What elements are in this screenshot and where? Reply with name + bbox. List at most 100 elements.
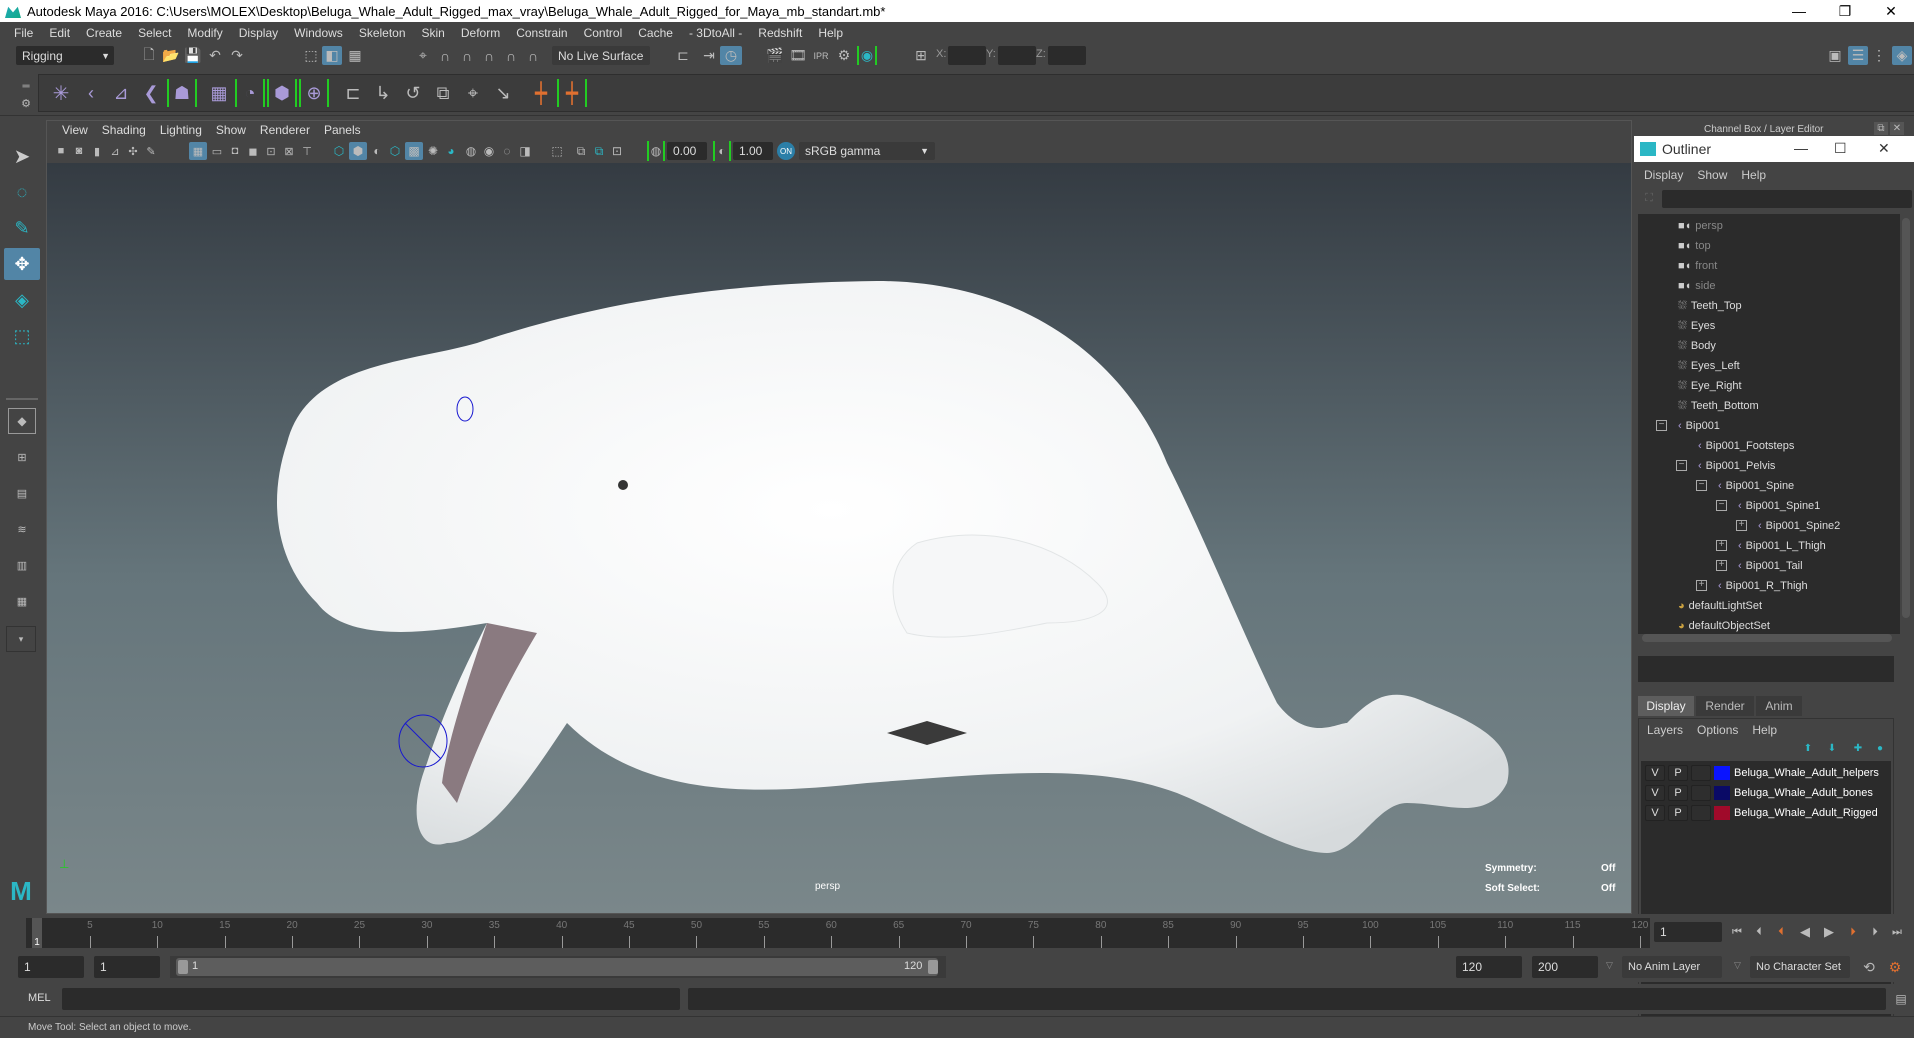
layer-visibility-toggle[interactable]: V	[1645, 765, 1665, 781]
make-live-icon[interactable]: ∩	[524, 47, 542, 64]
select-object-icon[interactable]: ◧	[322, 46, 342, 65]
hypershade-icon[interactable]: ◉	[857, 46, 877, 65]
outliner-maximize-button[interactable]: ☐	[1834, 140, 1847, 157]
layer-menu-help[interactable]: Help	[1752, 723, 1777, 737]
menu-constrain[interactable]: Constrain	[508, 26, 575, 40]
anti-aliasing-icon[interactable]: ◌	[499, 142, 515, 160]
command-language-label[interactable]: MEL	[28, 992, 51, 1004]
layer-playback-toggle[interactable]: P	[1668, 765, 1688, 781]
render-view-icon[interactable]: 🎬	[766, 47, 784, 64]
move-tool-icon[interactable]: ✥	[4, 248, 40, 280]
scale-tool-icon[interactable]: ⬚	[8, 322, 36, 350]
layer-display-type-toggle[interactable]	[1691, 805, 1711, 821]
current-frame-input[interactable]: 1	[1654, 922, 1722, 942]
ipr-render-icon[interactable]: IPR	[812, 47, 830, 64]
input-ops-icon[interactable]: ⊏	[674, 47, 692, 64]
aim-constraint-icon[interactable]: ⌖	[459, 79, 487, 107]
collapse-icon[interactable]: −	[1696, 480, 1707, 491]
ik-handle-icon[interactable]: ‹	[77, 79, 105, 107]
collapse-icon[interactable]: −	[1716, 500, 1727, 511]
command-input[interactable]	[62, 988, 680, 1010]
outliner-item[interactable]: ⛆ Eye_Right	[1678, 376, 1742, 396]
play-forwards-icon[interactable]: ▶	[1820, 922, 1838, 942]
wireframe-icon[interactable]: ⬡	[331, 142, 347, 160]
tab-display[interactable]: Display	[1638, 696, 1694, 716]
outliner-persp-layout-icon[interactable]: ▤	[8, 480, 36, 506]
playback-end-input[interactable]: 120	[1456, 956, 1522, 978]
tab-anim[interactable]: Anim	[1756, 696, 1802, 716]
image-plane-icon[interactable]: ⊿	[107, 142, 123, 160]
add-attribute-icon[interactable]: ┿	[527, 79, 555, 107]
go-to-end-icon[interactable]: ⏭	[1888, 922, 1906, 942]
create-joints-icon[interactable]: ✳	[47, 79, 75, 107]
snap-curve-icon[interactable]: ∩	[436, 47, 454, 64]
outliner-item[interactable]: ■◖ front	[1678, 256, 1717, 276]
menu-display[interactable]: Display	[231, 26, 286, 40]
grid-icon[interactable]: ▦	[189, 142, 207, 160]
menu-skeleton[interactable]: Skeleton	[351, 26, 414, 40]
layer-visibility-toggle[interactable]: V	[1645, 805, 1665, 821]
scale-constraint-icon[interactable]: ⧉	[429, 79, 457, 107]
outliner-item[interactable]: ‹ Bip001	[1678, 416, 1720, 436]
layer-menu-layers[interactable]: Layers	[1647, 723, 1683, 737]
restore-button[interactable]: ❐	[1822, 0, 1868, 22]
expand-icon[interactable]: +	[1696, 580, 1707, 591]
viewport-menu-show[interactable]: Show	[209, 123, 253, 137]
select-component-icon[interactable]: ▦	[346, 47, 364, 64]
close-panel-icon[interactable]: ✕	[1890, 122, 1904, 135]
orient-constraint-icon[interactable]: ↺	[399, 79, 427, 107]
isolate-select-icon[interactable]: ⬚	[549, 142, 565, 160]
humanik-icon[interactable]: ☗	[167, 79, 197, 107]
cluster-icon[interactable]: ◔	[235, 79, 265, 107]
bookmark-icon[interactable]: ▮	[89, 142, 105, 160]
step-back-key-icon[interactable]: ⏴	[1750, 922, 1768, 942]
menu-select[interactable]: Select	[130, 26, 179, 40]
outliner-item[interactable]: ‹ Bip001_Spine	[1718, 476, 1794, 496]
xray-icon[interactable]: ⬡	[387, 142, 403, 160]
step-forward-frame-icon[interactable]: ⏵	[1844, 922, 1862, 942]
layer-color-swatch[interactable]	[1714, 766, 1730, 780]
outliner-close-button[interactable]: ✕	[1878, 140, 1890, 157]
viewport-menu-lighting[interactable]: Lighting	[153, 123, 209, 137]
range-start-handle[interactable]	[178, 960, 188, 974]
menu-file[interactable]: File	[6, 26, 41, 40]
construction-history-icon[interactable]: ◷	[720, 46, 742, 65]
animation-start-input[interactable]: 1	[18, 956, 84, 978]
outliner-item[interactable]: ‹ Bip001_Spine1	[1738, 496, 1820, 516]
menu-skin[interactable]: Skin	[414, 26, 453, 40]
outliner-item[interactable]: ‹ Bip001_Pelvis	[1698, 456, 1775, 476]
exposure-input[interactable]: 0.00	[667, 142, 707, 160]
x-input[interactable]	[948, 46, 986, 65]
shelf-settings-icon[interactable]: ⚙	[18, 96, 34, 110]
single-perspective-layout-icon[interactable]: ◆	[8, 408, 36, 434]
shelf-menu-icon[interactable]: ═	[18, 80, 34, 92]
safe-title-icon[interactable]: ⊤	[299, 142, 315, 160]
viewport-canvas[interactable]: persp Symmetry: Off Soft Select: Off ⊥	[47, 163, 1631, 913]
layer-row[interactable]: V P Beluga_Whale_Adult_helpers	[1645, 764, 1879, 782]
range-slider-bar-fill[interactable]	[176, 958, 938, 976]
menu-cache[interactable]: Cache	[630, 26, 681, 40]
menu-set-dropdown[interactable]: Rigging ▼	[16, 46, 114, 65]
transform-constraint-icon[interactable]: ⊞	[912, 47, 930, 64]
more-layouts-icon[interactable]: ▾	[6, 626, 36, 652]
chevron-down-icon[interactable]: ▽	[1734, 960, 1741, 971]
collapse-icon[interactable]: −	[1676, 460, 1687, 471]
select-camera-icon[interactable]: ■	[53, 142, 69, 160]
menu-modify[interactable]: Modify	[179, 26, 230, 40]
minimize-button[interactable]: —	[1776, 0, 1822, 22]
screen-space-ao-icon[interactable]: ◍	[463, 142, 479, 160]
menu-windows[interactable]: Windows	[286, 26, 351, 40]
render-settings-icon[interactable]: ⚙	[835, 47, 853, 64]
step-forward-key-icon[interactable]: ⏵	[1866, 922, 1884, 942]
lock-camera-icon[interactable]: ◙	[71, 142, 87, 160]
range-end-handle[interactable]	[928, 960, 938, 974]
exposure-icon[interactable]: ◍	[647, 141, 665, 161]
safe-action-icon[interactable]: ⊠	[281, 142, 297, 160]
expand-icon[interactable]: +	[1716, 540, 1727, 551]
viewport-menu-view[interactable]: View	[55, 123, 95, 137]
viewport-menu-panels[interactable]: Panels	[317, 123, 368, 137]
field-chart-icon[interactable]: ⊡	[263, 142, 279, 160]
xray-joints-icon[interactable]: ⧉	[573, 142, 589, 160]
live-surface-field[interactable]: No Live Surface	[552, 46, 650, 65]
paint-select-tool-icon[interactable]: ✎	[8, 214, 36, 242]
